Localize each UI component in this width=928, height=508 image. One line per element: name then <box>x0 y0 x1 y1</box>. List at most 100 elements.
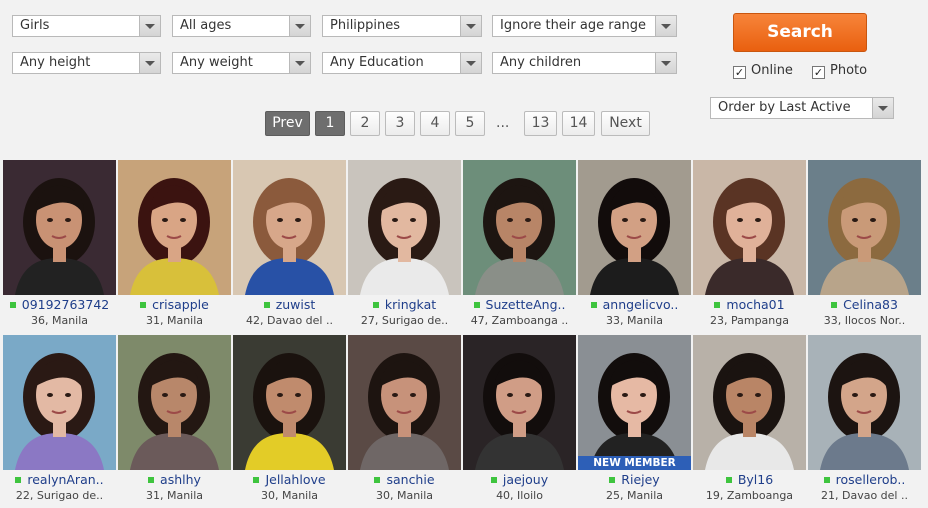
profile-card[interactable]: Celina83 33, Ilocos Nor.. <box>808 160 921 332</box>
country-select[interactable]: Philippines <box>322 15 482 37</box>
order-select[interactable]: Order by Last Active <box>710 97 894 119</box>
profile-name-link[interactable]: SuzetteAng.. <box>463 297 576 313</box>
profile-card[interactable]: rosellerob.. 21, Davao del .. <box>808 335 921 507</box>
profile-photo[interactable] <box>578 160 691 295</box>
profile-name[interactable]: 09192763742 <box>22 297 109 312</box>
page-14-button[interactable]: 14 <box>562 111 595 136</box>
profile-photo[interactable] <box>808 160 921 295</box>
profile-name-link[interactable]: sanchie <box>348 472 461 488</box>
online-status-icon <box>490 477 497 483</box>
profile-name-link[interactable]: Celina83 <box>808 297 921 313</box>
education-select[interactable]: Any Education <box>322 52 482 74</box>
profile-name-link[interactable]: anngelicvo.. <box>578 297 691 313</box>
profile-name[interactable]: crisapple <box>152 297 209 312</box>
profile-name-link[interactable]: jaejouy <box>463 472 576 488</box>
profile-name[interactable]: SuzetteAng.. <box>486 297 566 312</box>
profile-name[interactable]: anngelicvo.. <box>603 297 679 312</box>
age-range-select[interactable]: Ignore their age range <box>492 15 677 37</box>
page-4-button[interactable]: 4 <box>420 111 450 136</box>
profile-name[interactable]: Byl16 <box>738 472 773 487</box>
profile-name-link[interactable]: realynAran.. <box>3 472 116 488</box>
search-button[interactable]: Search <box>733 13 867 52</box>
profile-name-link[interactable]: 09192763742 <box>3 297 116 313</box>
profile-card[interactable]: ashlhy 31, Manila <box>118 335 231 507</box>
profile-photo[interactable] <box>233 160 346 295</box>
pagination-ellipsis: ... <box>496 115 510 131</box>
age-range-select-value: Ignore their age range <box>500 18 647 33</box>
page-13-button[interactable]: 13 <box>524 111 557 136</box>
profile-photo[interactable] <box>348 335 461 470</box>
profile-card[interactable]: crisapple 31, Manila <box>118 160 231 332</box>
profile-card[interactable]: kringkat 27, Surigao de.. <box>348 160 461 332</box>
online-status-icon <box>590 302 597 308</box>
profile-name[interactable]: ashlhy <box>160 472 201 487</box>
online-status-icon <box>9 302 16 308</box>
profile-photo[interactable] <box>693 335 806 470</box>
page-1-button[interactable]: 1 <box>315 111 345 136</box>
profile-name-link[interactable]: ashlhy <box>118 472 231 488</box>
profile-photo[interactable] <box>348 160 461 295</box>
profile-age-location: 27, Surigao de.. <box>360 314 449 327</box>
checkbox-check-icon[interactable]: ✓ <box>812 66 825 79</box>
profile-card[interactable]: realynAran.. 22, Surigao de.. <box>3 335 116 507</box>
profile-age-location: 30, Manila <box>260 489 319 502</box>
profile-card[interactable]: SuzetteAng.. 47, Zamboanga .. <box>463 160 576 332</box>
online-status-icon <box>263 302 270 308</box>
children-select[interactable]: Any children <box>492 52 677 74</box>
height-select[interactable]: Any height <box>12 52 161 74</box>
profile-name[interactable]: Riejey <box>621 472 659 487</box>
profile-age-location: 33, Manila <box>605 314 664 327</box>
profile-card[interactable]: jaejouy 40, Iloilo <box>463 335 576 507</box>
next-page-button[interactable]: Next <box>601 111 650 136</box>
weight-select[interactable]: Any weight <box>172 52 311 74</box>
profile-name-link[interactable]: rosellerob.. <box>808 472 921 488</box>
profile-photo[interactable] <box>463 160 576 295</box>
profile-photo[interactable] <box>3 335 116 470</box>
profile-name[interactable]: rosellerob.. <box>836 472 906 487</box>
gender-select[interactable]: Girls <box>12 15 161 37</box>
profile-photo[interactable] <box>578 335 691 470</box>
profile-name[interactable]: Celina83 <box>843 297 898 312</box>
profile-name-link[interactable]: Byl16 <box>693 472 806 488</box>
page-3-button[interactable]: 3 <box>385 111 415 136</box>
profile-card[interactable]: sanchie 30, Manila <box>348 335 461 507</box>
profile-card[interactable]: Jellahlove 30, Manila <box>233 335 346 507</box>
prev-page-button[interactable]: Prev <box>265 111 310 136</box>
profile-card[interactable]: NEW MEMBER Riejey 25, Manila <box>578 335 691 507</box>
online-status-icon <box>140 302 147 308</box>
profile-card[interactable]: 09192763742 36, Manila <box>3 160 116 332</box>
profile-name[interactable]: mocha01 <box>726 297 784 312</box>
chevron-down-icon <box>289 53 310 73</box>
profile-name-link[interactable]: zuwist <box>233 297 346 313</box>
profile-photo[interactable] <box>693 160 806 295</box>
profile-name-link[interactable]: Riejey <box>578 472 691 488</box>
profile-name[interactable]: Jellahlove <box>265 472 325 487</box>
profile-name[interactable]: sanchie <box>386 472 434 487</box>
profile-age-location: 40, Iloilo <box>496 489 543 502</box>
checkbox-check-icon[interactable]: ✓ <box>733 66 746 79</box>
profile-photo[interactable] <box>808 335 921 470</box>
profile-name[interactable]: jaejouy <box>503 472 548 487</box>
online-checkbox[interactable]: ✓ Online <box>733 63 793 79</box>
profile-name[interactable]: realynAran.. <box>27 472 103 487</box>
profile-card[interactable]: mocha01 23, Pampanga <box>693 160 806 332</box>
profile-name[interactable]: zuwist <box>276 297 316 312</box>
profile-name[interactable]: kringkat <box>385 297 436 312</box>
profile-photo[interactable] <box>118 335 231 470</box>
profile-photo[interactable] <box>3 160 116 295</box>
profile-card[interactable]: Byl16 19, Zamboanga <box>693 335 806 507</box>
profile-photo[interactable] <box>118 160 231 295</box>
profile-card[interactable]: zuwist 42, Davao del .. <box>233 160 346 332</box>
page-5-button[interactable]: 5 <box>455 111 485 136</box>
profile-name-link[interactable]: Jellahlove <box>233 472 346 488</box>
profile-photo[interactable] <box>233 335 346 470</box>
profile-name-link[interactable]: crisapple <box>118 297 231 313</box>
age-select[interactable]: All ages <box>172 15 311 37</box>
profile-name-link[interactable]: mocha01 <box>693 297 806 313</box>
photo-checkbox[interactable]: ✓ Photo <box>812 63 867 79</box>
profile-card[interactable]: anngelicvo.. 33, Manila <box>578 160 691 332</box>
profile-age-location: 36, Manila <box>30 314 89 327</box>
profile-name-link[interactable]: kringkat <box>348 297 461 313</box>
profile-photo[interactable] <box>463 335 576 470</box>
page-2-button[interactable]: 2 <box>350 111 380 136</box>
